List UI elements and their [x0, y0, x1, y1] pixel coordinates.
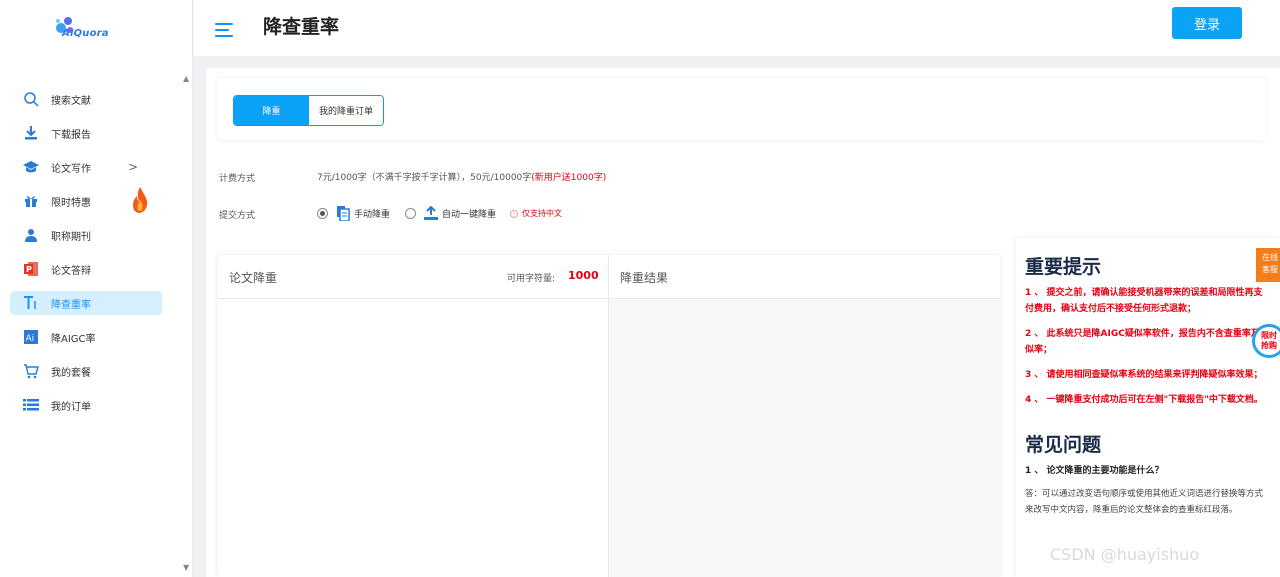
billing-promo: (新用户送1000字)	[531, 173, 607, 183]
result-output	[609, 300, 1000, 577]
faq-question: 1 、 论文降重的主要功能是什么？	[1025, 466, 1164, 476]
tab-my-orders[interactable]: 我的降重订单	[309, 96, 383, 125]
sidebar-item-label: 降查重率	[51, 299, 91, 311]
tips-title: 重要提示	[1025, 256, 1102, 278]
login-button[interactable]: 登录	[1172, 7, 1242, 39]
ai-icon: Ai	[22, 328, 40, 346]
billing-text: 7元/1000字（不满千字按千字计算），50元/10000字(新用户送1000字…	[317, 170, 606, 183]
tip-item: 2 、 此系统只是降AIGC疑似率软件，报告内不含查重率及疑似率；	[1025, 329, 1269, 355]
quota-label: 可用字符量:	[507, 274, 556, 284]
gift-icon	[22, 192, 40, 210]
sidebar-item-reduce-aigc[interactable]: Ai 降AIGC率	[0, 320, 193, 354]
sidebar-item-defense[interactable]: P 论文答辩	[0, 252, 193, 286]
tips-panel: 重要提示 1 、 提交之前，请确认能接受机器带来的误差和局限性再支付费用，确认支…	[1016, 238, 1280, 577]
document-icon	[337, 206, 350, 221]
sidebar-item-download-report[interactable]: 下载报告	[0, 116, 193, 150]
quota-value: 1000	[568, 269, 599, 282]
sidebar-item-label: 职称期刊	[51, 231, 91, 243]
tabs-card: 降重 我的降重订单	[218, 78, 1266, 140]
flash-sale-text: 限时抢购	[1261, 331, 1277, 350]
sidebar-item-my-orders[interactable]: 我的订单	[0, 388, 193, 422]
faq-answer: 答：可以通过改变语句顺序或使用其他近义词语进行替换等方式来改写中文内容，降重后的…	[1025, 489, 1264, 515]
svg-text:Ai: Ai	[26, 334, 35, 344]
tab-reduce[interactable]: 降重	[234, 96, 309, 125]
sidebar-item-label: 搜索文献	[51, 95, 91, 107]
tip-item: 4 、 一键降重支付成功后可在左侧"下载报告"中下载文档。	[1025, 395, 1263, 405]
editor-header: 论文降重 可用字符量: 1000 降重结果	[218, 255, 1000, 299]
sidebar-item-search-literature[interactable]: 搜索文献	[0, 82, 193, 116]
billing-price: 7元/1000字（不满千字按千字计算），50元/10000字	[317, 173, 532, 183]
page-title: 降查重率	[263, 16, 340, 38]
sidebar-item-label: 降AIGC率	[51, 333, 96, 345]
paper-input-textarea[interactable]	[218, 300, 608, 577]
cart-icon	[22, 362, 40, 380]
sidebar-item-label: 论文写作	[51, 163, 91, 175]
sidebar-item-label: 论文答辩	[51, 265, 91, 277]
input-pane-title: 论文降重	[229, 271, 278, 285]
logo[interactable]: AiQuora	[50, 16, 110, 46]
submit-label: 提交方式	[219, 211, 256, 221]
top-header: 降查重率 登录	[194, 0, 1280, 56]
chinese-only-note: i 仅支持中文	[510, 208, 562, 219]
sidebar-item-limited-offer[interactable]: 限时特惠	[0, 184, 193, 218]
online-service-tab[interactable]: 在线客服	[1256, 248, 1280, 282]
editor-panel: 论文降重 可用字符量: 1000 降重结果	[218, 255, 1000, 577]
submit-options: 手动降重 自动一键降重 i 仅支持中文	[317, 206, 562, 221]
watermark: CSDN @huayishuo	[1050, 545, 1200, 564]
tip-item: 3 、 请使用相同查疑似率系统的结果来评判降疑似率效果；	[1025, 370, 1263, 380]
tab-group: 降重 我的降重订单	[233, 95, 384, 126]
note-text: 仅支持中文	[522, 209, 563, 218]
text-icon	[22, 294, 40, 312]
download-icon	[22, 124, 40, 142]
chevron-right-icon[interactable]: >	[128, 160, 138, 174]
radio-manual[interactable]	[317, 208, 328, 219]
search-icon	[22, 90, 40, 108]
option-auto-label: 自动一键降重	[442, 210, 497, 220]
sidebar-nav: 搜索文献 下载报告 论文写作 > 限时特惠 职称期刊 P 论文答辩 降查重率 A…	[0, 82, 193, 422]
graduation-cap-icon	[22, 158, 40, 176]
sidebar-item-paper-writing[interactable]: 论文写作 >	[0, 150, 193, 184]
faq-title: 常见问题	[1025, 434, 1102, 456]
flash-sale-badge[interactable]: 限时抢购	[1252, 324, 1280, 358]
sidebar-item-my-plan[interactable]: 我的套餐	[0, 354, 193, 388]
ppt-icon: P	[22, 260, 40, 278]
info-icon: i	[510, 209, 519, 218]
sidebar-item-label: 我的订单	[51, 401, 91, 413]
logo-text: AiQuora	[62, 28, 109, 39]
sidebar-item-label: 我的套餐	[51, 367, 91, 379]
list-icon	[22, 396, 40, 414]
option-manual-label: 手动降重	[354, 210, 391, 220]
sidebar-item-reduce-duplication[interactable]: 降查重率	[0, 286, 193, 320]
billing-label: 计费方式	[219, 174, 256, 184]
fire-icon	[133, 187, 148, 213]
radio-auto[interactable]	[405, 208, 417, 219]
tip-item: 1 、 提交之前，请确认能接受机器带来的误差和局限性再支付费用，确认支付后不接受…	[1025, 288, 1263, 314]
scroll-down-arrow-icon[interactable]: ▼	[183, 563, 189, 572]
user-icon	[22, 226, 40, 244]
main-content: 降重 我的降重订单 计费方式 7元/1000字（不满千字按千字计算），50元/1…	[206, 68, 1280, 577]
svg-text:P: P	[26, 265, 32, 274]
sidebar-item-label: 限时特惠	[51, 197, 91, 209]
sidebar: AiQuora ▲ 搜索文献 下载报告 论文写作 > 限时特惠 职称期刊 P 论…	[0, 0, 193, 577]
upload-icon	[424, 206, 439, 220]
menu-toggle-icon[interactable]	[215, 23, 233, 37]
result-pane-title: 降重结果	[620, 271, 669, 285]
sidebar-item-label: 下载报告	[51, 129, 91, 141]
sidebar-item-journals[interactable]: 职称期刊	[0, 218, 193, 252]
